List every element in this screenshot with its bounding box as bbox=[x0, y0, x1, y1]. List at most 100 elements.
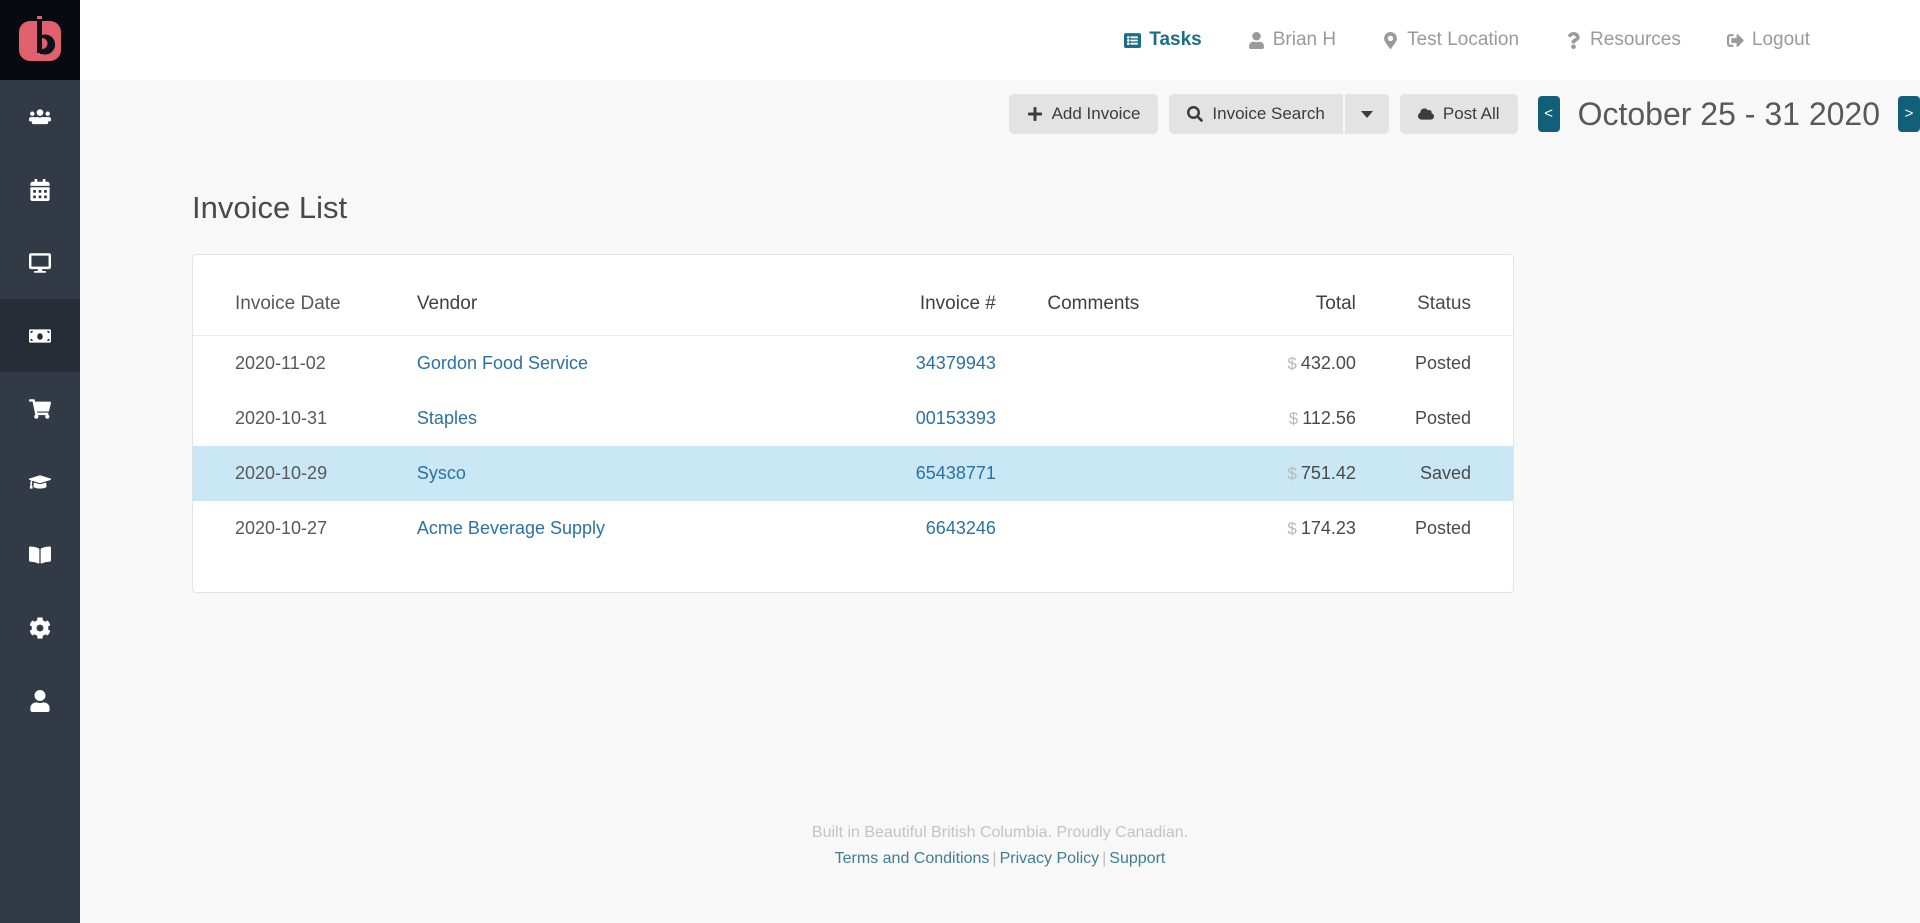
cell-invoice-number: 34379943 bbox=[735, 336, 996, 392]
invoice-search-dropdown-button[interactable] bbox=[1344, 94, 1389, 134]
terms-link[interactable]: Terms and Conditions bbox=[835, 850, 990, 867]
cell-invoice-date: 2020-10-27 bbox=[235, 518, 328, 538]
book-icon bbox=[29, 545, 51, 564]
sidebar-item-orders[interactable] bbox=[0, 372, 80, 445]
sidebar-item-settings[interactable] bbox=[0, 591, 80, 664]
sidebar-item-calendar[interactable] bbox=[0, 153, 80, 226]
graduation-cap-icon bbox=[29, 474, 51, 489]
cell-vendor: Staples bbox=[417, 391, 735, 446]
currency-symbol: $ bbox=[1287, 519, 1297, 538]
nav-link-label: Tasks bbox=[1149, 29, 1202, 50]
nav-link-label: Resources bbox=[1590, 29, 1681, 50]
table-row[interactable]: 2020-10-29 Sysco 65438771 $751.42 Saved bbox=[193, 446, 1513, 501]
sign-out-icon bbox=[1726, 33, 1744, 47]
invoice-number-link[interactable]: 34379943 bbox=[916, 353, 996, 373]
invoice-number-link[interactable]: 65438771 bbox=[916, 463, 996, 483]
users-icon bbox=[29, 108, 51, 124]
column-header-invoice-date[interactable]: Invoice Date bbox=[193, 279, 417, 336]
nav-link-resources[interactable]: Resources bbox=[1565, 29, 1681, 51]
b-logo-icon bbox=[19, 16, 61, 61]
nav-link-user[interactable]: Brian H bbox=[1248, 29, 1336, 51]
sidebar-item-desktop[interactable] bbox=[0, 226, 80, 299]
cell-invoice-date: 2020-10-29 bbox=[235, 463, 328, 483]
cell-status: Posted bbox=[1414, 353, 1471, 373]
column-header-invoice-num[interactable]: Invoice # bbox=[734, 279, 996, 336]
cell-invoice-number: 65438771 bbox=[735, 446, 996, 501]
sidebar-item-invoices[interactable] bbox=[0, 299, 80, 372]
cell-total: $751.42 bbox=[1191, 446, 1356, 501]
sidebar-item-training[interactable] bbox=[0, 445, 80, 518]
cell-status: Posted bbox=[1414, 408, 1471, 428]
column-header-status[interactable]: Status bbox=[1355, 279, 1513, 336]
table-row[interactable]: 2020-10-31 Staples 00153393 $112.56 Post… bbox=[193, 391, 1513, 446]
post-all-label: Post All bbox=[1442, 104, 1500, 123]
support-link[interactable]: Support bbox=[1109, 850, 1165, 867]
invoice-search-label: Invoice Search bbox=[1212, 104, 1325, 123]
user-icon bbox=[30, 689, 50, 712]
post-all-button[interactable]: Post All bbox=[1399, 94, 1518, 134]
currency-symbol: $ bbox=[1287, 464, 1297, 483]
table-header-row: Invoice Date Vendor Invoice # Comments T… bbox=[193, 279, 1513, 336]
page-title: Invoice List bbox=[192, 190, 348, 225]
desktop-icon bbox=[29, 252, 51, 273]
vendor-link[interactable]: Gordon Food Service bbox=[417, 353, 588, 373]
app-logo[interactable] bbox=[0, 0, 80, 80]
date-range-label: October 25 - 31 2020 bbox=[1577, 95, 1880, 132]
privacy-link[interactable]: Privacy Policy bbox=[1000, 850, 1100, 867]
cloud-icon bbox=[1417, 108, 1434, 120]
currency-symbol: $ bbox=[1287, 354, 1297, 373]
cell-invoice-date: 2020-11-02 bbox=[235, 353, 326, 373]
nav-link-location[interactable]: Test Location bbox=[1382, 29, 1519, 51]
vendor-link[interactable]: Staples bbox=[417, 408, 477, 428]
cell-invoice-date: 2020-10-31 bbox=[235, 408, 328, 428]
chevron-down-icon bbox=[1360, 110, 1373, 118]
sidebar bbox=[0, 0, 80, 923]
cell-status: Posted bbox=[1414, 518, 1471, 538]
map-pin-icon bbox=[1384, 31, 1397, 49]
nav-link-label: Logout bbox=[1751, 29, 1810, 50]
vendor-link[interactable]: Sysco bbox=[417, 463, 466, 483]
cell-invoice-number: 6643246 bbox=[735, 501, 996, 556]
cell-total: $432.00 bbox=[1191, 336, 1356, 392]
table-row[interactable]: 2020-10-27 Acme Beverage Supply 6643246 … bbox=[193, 501, 1513, 556]
column-header-vendor[interactable]: Vendor bbox=[416, 279, 735, 336]
nav-link-tasks[interactable]: Tasks bbox=[1124, 29, 1202, 51]
list-alt-icon bbox=[1124, 32, 1142, 48]
page-footer: Built in Beautiful British Columbia. Pro… bbox=[80, 820, 1920, 871]
footer-links: Terms and Conditions | Privacy Policy | Supp… bbox=[80, 846, 1920, 872]
invoice-list-card: Invoice Date Vendor Invoice # Comments T… bbox=[192, 254, 1514, 593]
question-icon bbox=[1568, 31, 1580, 49]
top-navigation: Tasks Brian H Test Location Resources Lo… bbox=[80, 0, 1920, 80]
nav-link-logout[interactable]: Logout bbox=[1726, 29, 1810, 51]
sidebar-item-profile[interactable] bbox=[0, 664, 80, 737]
table-row[interactable]: 2020-11-02 Gordon Food Service 34379943 … bbox=[193, 336, 1513, 392]
column-header-total[interactable]: Total bbox=[1190, 279, 1356, 336]
sidebar-item-library[interactable] bbox=[0, 518, 80, 591]
money-bill-icon bbox=[29, 328, 51, 343]
nav-link-label: Brian H bbox=[1272, 29, 1337, 50]
vendor-link[interactable]: Acme Beverage Supply bbox=[417, 518, 605, 538]
invoice-table: Invoice Date Vendor Invoice # Comments T… bbox=[193, 279, 1513, 556]
footer-separator: | bbox=[992, 849, 997, 867]
invoice-number-link[interactable]: 6643246 bbox=[926, 518, 996, 538]
invoice-table-body: 2020-11-02 Gordon Food Service 34379943 … bbox=[193, 336, 1513, 557]
add-invoice-button[interactable]: Add Invoice bbox=[1008, 94, 1159, 134]
invoice-toolbar: Add Invoice Invoice Search Post All < Oc… bbox=[1008, 94, 1920, 134]
footer-separator: | bbox=[1102, 849, 1107, 867]
total-amount: 112.56 bbox=[1302, 408, 1356, 428]
gear-icon bbox=[29, 616, 51, 639]
next-week-button[interactable]: > bbox=[1898, 96, 1920, 132]
cell-invoice-number: 00153393 bbox=[735, 391, 996, 446]
prev-week-button[interactable]: < bbox=[1537, 96, 1560, 132]
invoice-number-link[interactable]: 00153393 bbox=[916, 408, 996, 428]
plus-icon bbox=[1027, 107, 1042, 121]
invoice-search-button[interactable]: Invoice Search bbox=[1169, 94, 1343, 134]
cell-comments bbox=[996, 446, 1191, 501]
cell-comments bbox=[996, 501, 1191, 556]
cell-comments bbox=[996, 391, 1191, 446]
column-header-comments[interactable]: Comments bbox=[995, 279, 1191, 336]
invoice-search-group: Invoice Search bbox=[1169, 94, 1389, 134]
cell-vendor: Acme Beverage Supply bbox=[417, 501, 735, 556]
add-invoice-label: Add Invoice bbox=[1051, 104, 1141, 123]
sidebar-item-users[interactable] bbox=[0, 80, 80, 153]
